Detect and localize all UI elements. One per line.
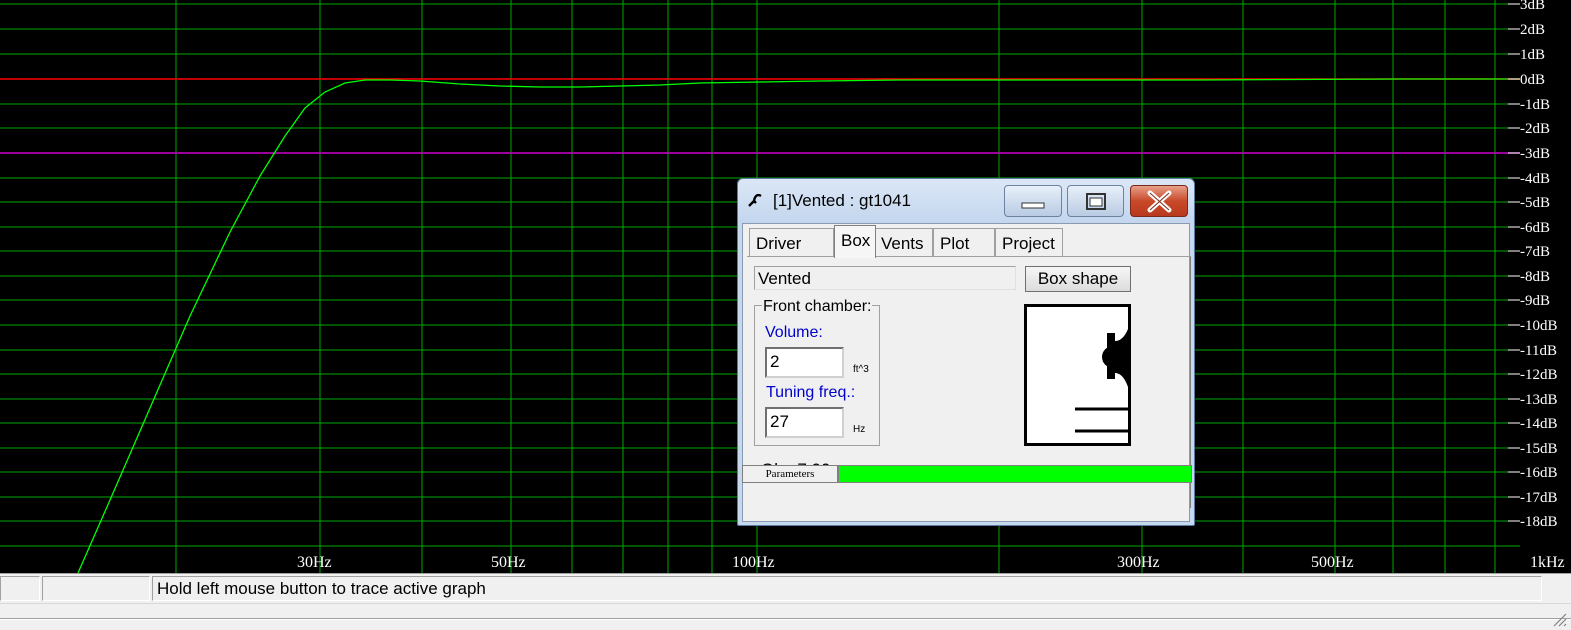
bottom-frame <box>0 603 1571 630</box>
box-shape-button[interactable]: Box shape <box>1025 266 1131 292</box>
y-label: -15dB <box>1520 441 1558 457</box>
vented-box-dialog[interactable]: [1]Vented : gt1041 Driver Box Vents Plot… <box>737 178 1195 526</box>
y-label: -4dB <box>1520 171 1550 187</box>
status-panel-2 <box>42 576 150 601</box>
parameters-progress-bar <box>838 465 1192 483</box>
tab-vents[interactable]: Vents <box>874 228 933 256</box>
y-label: -5dB <box>1520 195 1550 211</box>
x-label: 500Hz <box>1311 554 1354 571</box>
x-label: 100Hz <box>732 554 775 571</box>
volume-label: Volume: <box>765 324 823 341</box>
volume-input[interactable]: 2 <box>765 347 844 378</box>
x-label: 50Hz <box>491 554 526 571</box>
tab-plot[interactable]: Plot <box>933 228 995 256</box>
status-message: Hold left mouse button to trace active g… <box>152 576 1542 601</box>
minimize-button[interactable] <box>1004 185 1062 217</box>
tab-driver[interactable]: Driver <box>749 228 834 256</box>
minimize-icon <box>1021 202 1045 209</box>
speaker-box-diagram <box>1075 329 1128 433</box>
volume-unit: ft^3 <box>853 364 869 375</box>
x-label: 1kHz <box>1530 554 1565 571</box>
y-label: -6dB <box>1520 220 1550 236</box>
tuning-freq-unit: Hz <box>853 424 866 435</box>
dialog-titlebar[interactable]: [1]Vented : gt1041 <box>738 179 1194 223</box>
y-label: -8dB <box>1520 269 1550 285</box>
y-label: 2dB <box>1520 22 1545 38</box>
y-label: -14dB <box>1520 416 1558 432</box>
y-label: -9dB <box>1520 293 1550 309</box>
y-axis-labels: 3dB 2dB 1dB 0dB -1dB -2dB -3dB -4dB -5dB… <box>1520 0 1558 530</box>
tab-box[interactable]: Box <box>834 225 876 258</box>
y-axis-ticks <box>1508 3 1520 522</box>
y-label: 3dB <box>1520 0 1545 13</box>
maximize-button[interactable] <box>1067 185 1124 217</box>
y-label: 0dB <box>1520 72 1545 88</box>
resize-grip-icon[interactable] <box>1551 611 1567 627</box>
close-button[interactable] <box>1130 185 1188 217</box>
tuning-freq-input[interactable]: 27 <box>765 407 844 438</box>
front-chamber-group: Front chamber: Volume: 2 ft^3 Tuning fre… <box>754 298 880 446</box>
box-type-field: Vented <box>754 266 1016 290</box>
y-label: -12dB <box>1520 367 1558 383</box>
parameters-label: Parameters <box>742 465 838 483</box>
status-panel-1 <box>0 576 40 601</box>
box-shape-preview <box>1024 304 1131 446</box>
y-label: -13dB <box>1520 392 1558 408</box>
y-label: -1dB <box>1520 97 1550 113</box>
y-label: -7dB <box>1520 244 1550 260</box>
x-label: 30Hz <box>297 554 332 571</box>
y-label: -18dB <box>1520 514 1558 530</box>
x-label: 300Hz <box>1117 554 1160 571</box>
y-label: 1dB <box>1520 47 1545 63</box>
tab-project[interactable]: Project <box>995 228 1063 256</box>
speaker-app-icon <box>748 193 762 207</box>
y-label: -16dB <box>1520 465 1558 481</box>
close-icon <box>1147 190 1172 213</box>
status-bar: Hold left mouse button to trace active g… <box>0 573 1571 603</box>
x-axis-labels: 30Hz 50Hz 100Hz 300Hz 500Hz 1kHz <box>297 554 1565 571</box>
parameters-bar: Parameters <box>742 465 1192 483</box>
dialog-title: [1]Vented : gt1041 <box>773 191 912 210</box>
y-label: -17dB <box>1520 490 1558 506</box>
y-label: -10dB <box>1520 318 1558 334</box>
maximize-icon <box>1086 193 1106 210</box>
y-label: -2dB <box>1520 121 1550 137</box>
front-chamber-label: Front chamber: <box>762 298 873 316</box>
y-label: -3dB <box>1520 146 1550 162</box>
tuning-freq-label: Tuning freq.: <box>766 384 856 401</box>
y-label: -11dB <box>1520 343 1557 359</box>
